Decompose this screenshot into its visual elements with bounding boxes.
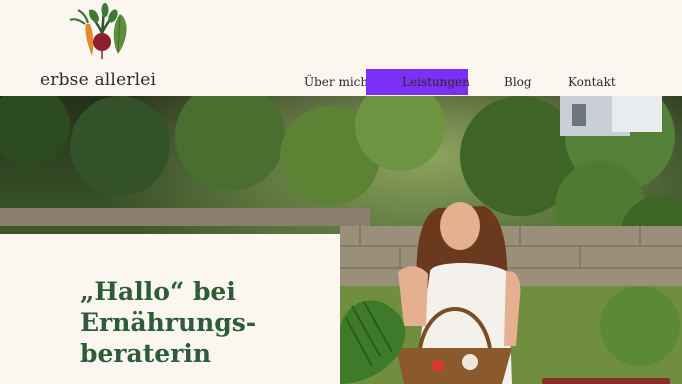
hero-headline-line: Ernährungs- — [80, 308, 257, 337]
nav-item-leistungen[interactable]: Leistungen — [366, 69, 470, 95]
vegetables-logo-icon[interactable] — [68, 2, 132, 60]
nav-item-kontakt[interactable]: Kontakt — [568, 69, 616, 95]
nav-item-blog[interactable]: Blog — [504, 69, 532, 95]
nav-item-ueber-mich[interactable]: Über mich — [304, 69, 368, 95]
hero-headline-line: beraterin — [80, 339, 212, 368]
main-navigation: Über mich Leistungen Blog Kontakt — [0, 69, 682, 95]
site-header: erbse allerlei Über mich Leistungen Blog… — [0, 0, 682, 96]
cta-button[interactable] — [542, 378, 670, 384]
hero-headline: „Hallo“ bei Ernährungs- beraterin — [80, 276, 340, 369]
hero-headline-line: „Hallo“ bei — [80, 277, 236, 306]
